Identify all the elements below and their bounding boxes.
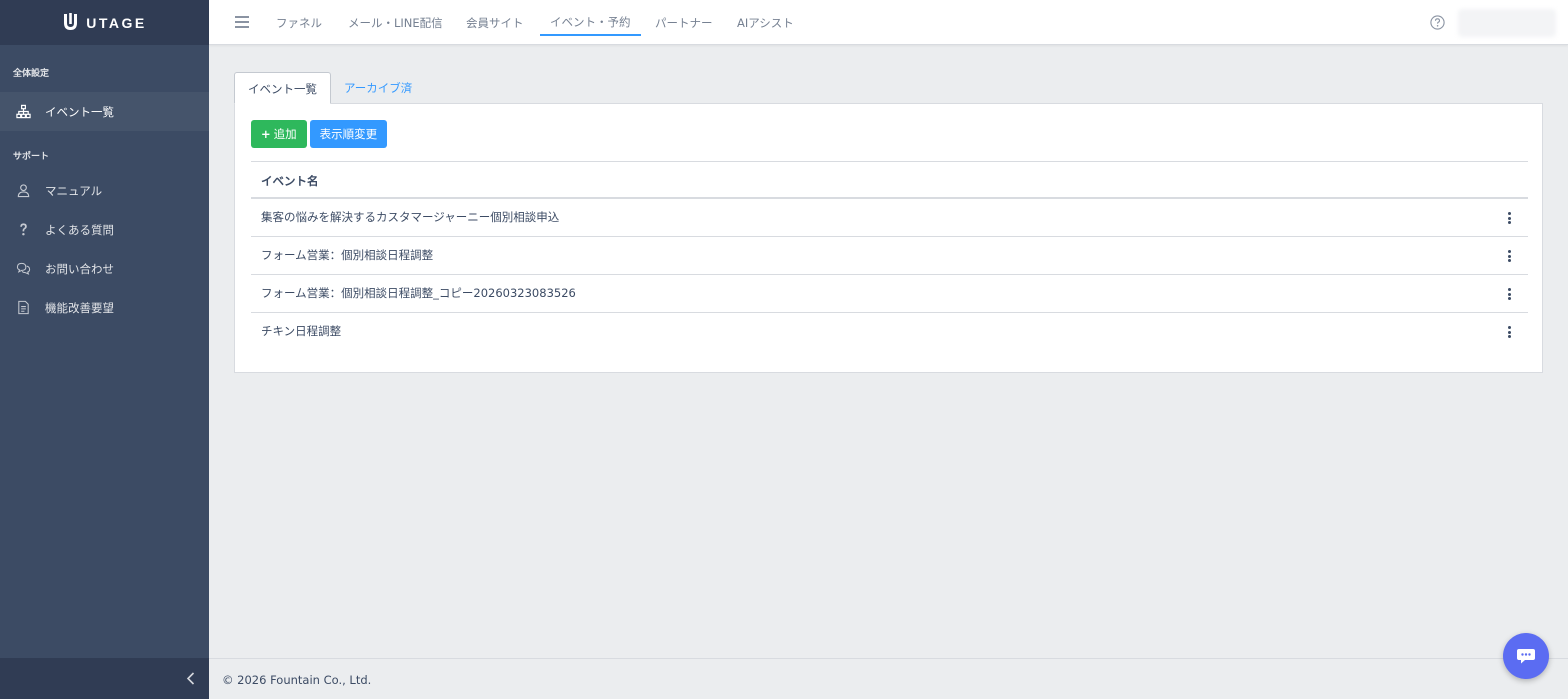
sidebar-collapse-button[interactable]	[0, 658, 209, 699]
sidebar-item-faq[interactable]: よくある質問	[0, 210, 209, 249]
chevron-left-icon	[186, 672, 195, 685]
more-options-icon[interactable]	[1503, 250, 1515, 262]
sidebar-item-label: 機能改善要望	[45, 300, 114, 315]
toolbar: + 追加 表示順変更	[251, 120, 388, 148]
chat-support-button[interactable]	[1503, 633, 1549, 679]
plus-icon: +	[261, 127, 271, 141]
nav-section-title-settings: 全体設定	[13, 69, 50, 79]
tab-event-list[interactable]: イベント一覧	[234, 72, 331, 104]
help-icon[interactable]	[1430, 15, 1445, 30]
hamburger-menu-icon[interactable]	[235, 16, 249, 28]
sidebar-item-feature-request[interactable]: 機能改善要望	[0, 288, 209, 327]
table-row[interactable]: チキン日程調整	[251, 313, 1528, 351]
more-options-icon[interactable]	[1503, 326, 1515, 338]
sitemap-icon	[15, 104, 31, 120]
sidebar-item-label: よくある質問	[45, 222, 114, 237]
utage-logo-icon	[64, 13, 78, 30]
sidebar-item-manual[interactable]: マニュアル	[0, 171, 209, 210]
more-options-icon[interactable]	[1503, 288, 1515, 300]
add-button-label: 追加	[273, 127, 297, 141]
question-icon	[15, 222, 31, 238]
sidebar-item-label: イベント一覧	[45, 104, 114, 119]
event-list-card: + 追加 表示順変更 イベント名 集客の悩みを解決するカスタマージャーニー個別相談…	[234, 103, 1543, 373]
footer: © 2026 Fountain Co., Ltd.	[209, 658, 1568, 699]
table-row[interactable]: フォーム営業：個別相談日程調整_コピー20260323083526	[251, 275, 1528, 313]
top-header: ファネル メール・LINE配信 会員サイト イベント・予約 パートナー AIアシ…	[209, 0, 1568, 45]
chat-icon	[15, 261, 31, 277]
sidebar-item-label: お問い合わせ	[45, 261, 114, 276]
event-name: チキン日程調整	[261, 324, 342, 338]
tab-ai-assist[interactable]: AIアシスト	[737, 0, 794, 36]
table-row[interactable]: 集客の悩みを解決するカスタマージャーニー個別相談申込	[251, 199, 1528, 237]
event-table: イベント名 集客の悩みを解決するカスタマージャーニー個別相談申込 フォーム営業：…	[251, 161, 1528, 351]
tab-event-reservation[interactable]: イベント・予約	[540, 0, 641, 36]
sidebar: UTAGE 全体設定 イベント一覧 サポート マニュアル よくある質問 お問い合…	[0, 0, 209, 699]
document-icon	[15, 300, 31, 316]
tab-member-site[interactable]: 会員サイト	[466, 0, 524, 36]
table-header-event-name: イベント名	[251, 161, 1528, 199]
tab-funnel[interactable]: ファネル	[276, 0, 322, 36]
tab-partner[interactable]: パートナー	[655, 0, 713, 36]
event-name: フォーム営業：個別相談日程調整_コピー20260323083526	[261, 286, 576, 300]
nav-section-title-support: サポート	[13, 152, 50, 162]
table-row[interactable]: フォーム営業：個別相談日程調整	[251, 237, 1528, 275]
add-button[interactable]: + 追加	[251, 120, 307, 148]
sidebar-item-contact[interactable]: お問い合わせ	[0, 249, 209, 288]
chat-bubble-icon	[1517, 649, 1535, 664]
reorder-button[interactable]: 表示順変更	[309, 120, 388, 148]
event-name: 集客の悩みを解決するカスタマージャーニー個別相談申込	[261, 210, 560, 224]
page-tabs: イベント一覧 アーカイブ済	[234, 72, 425, 104]
brand-logo[interactable]: UTAGE	[0, 0, 209, 45]
sidebar-item-event-list[interactable]: イベント一覧	[0, 92, 209, 131]
sidebar-item-label: マニュアル	[45, 183, 103, 198]
more-options-icon[interactable]	[1503, 212, 1515, 224]
copyright-text: © 2026 Fountain Co., Ltd.	[222, 673, 372, 687]
event-name: フォーム営業：個別相談日程調整	[261, 248, 434, 262]
brand-name: UTAGE	[86, 14, 147, 31]
user-icon	[15, 183, 31, 199]
tab-mail-line[interactable]: メール・LINE配信	[348, 0, 443, 36]
user-menu[interactable]	[1458, 9, 1556, 37]
tab-archived[interactable]: アーカイブ済	[331, 72, 425, 104]
